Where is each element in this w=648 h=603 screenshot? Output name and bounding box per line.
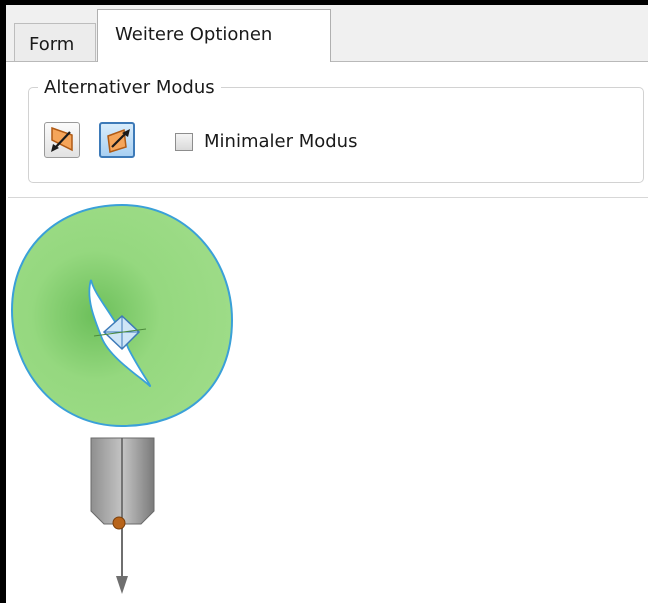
reverse-direction-icon [51, 126, 73, 152]
group-legend: Alternativer Modus [38, 77, 221, 99]
tab-form-label: Form [29, 34, 75, 55]
tab-weitere-optionen-label: Weitere Optionen [115, 24, 273, 45]
mode-button-2[interactable] [99, 122, 135, 158]
window-frame: Form Weitere Optionen Alternativer Modus… [0, 0, 648, 603]
forward-direction-icon [107, 128, 130, 153]
tab-weitere-optionen[interactable]: Weitere Optionen [97, 9, 331, 63]
shaft [90, 437, 155, 525]
tab-form[interactable]: Form [14, 23, 96, 61]
minimal-mode-label: Minimaler Modus [204, 131, 358, 152]
minimal-mode-checkbox[interactable] [175, 133, 193, 151]
window-border-left [0, 0, 6, 603]
mode-button-1[interactable] [44, 122, 80, 158]
viewport-scene [10, 203, 234, 594]
direction-arrow [116, 524, 128, 594]
point-marker[interactable] [112, 516, 126, 530]
3d-viewport[interactable] [6, 198, 648, 603]
